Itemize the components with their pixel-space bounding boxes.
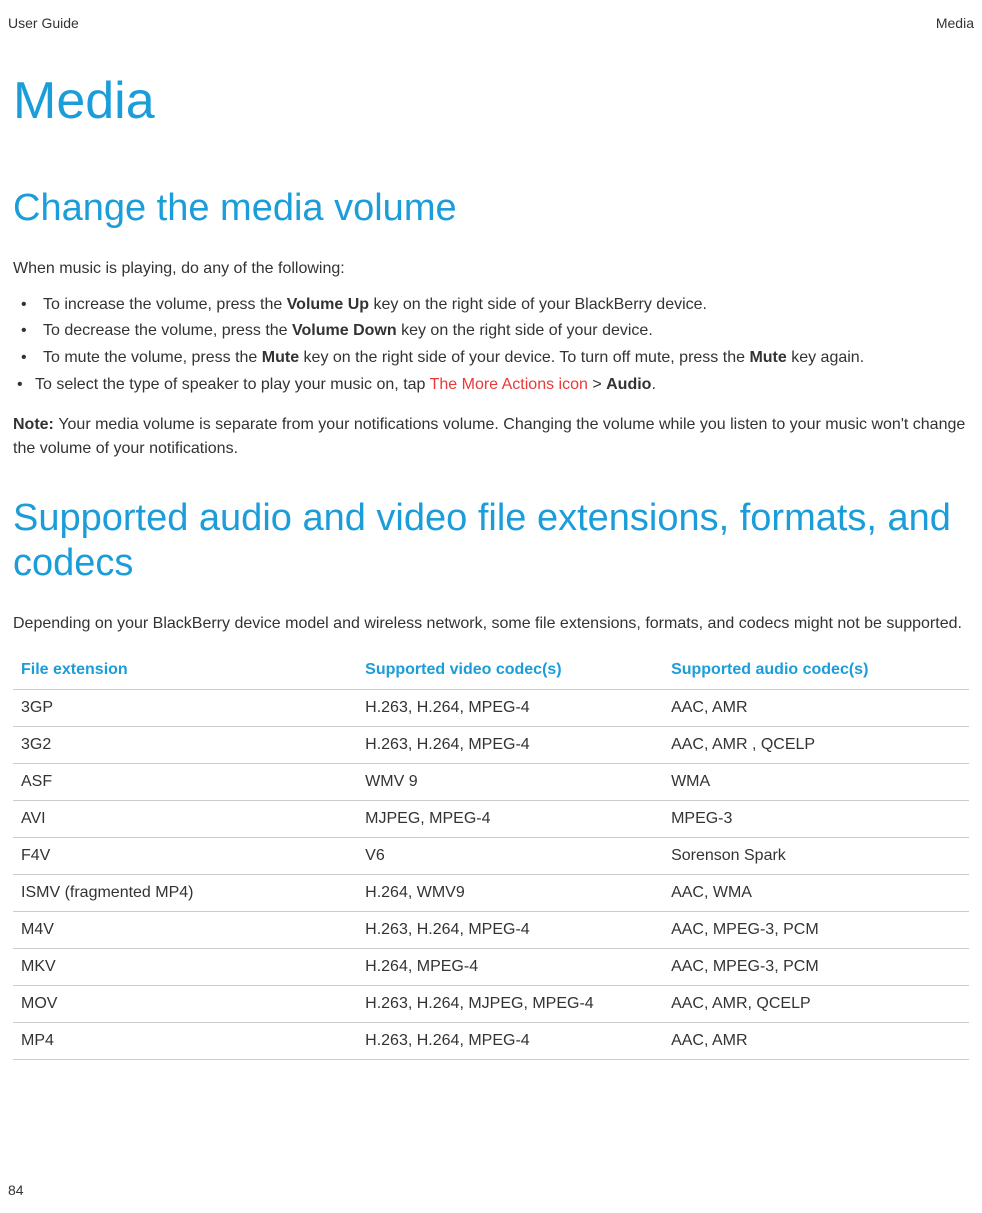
table-cell: AAC, AMR, QCELP [663, 985, 969, 1022]
table-cell: AAC, AMR [663, 1022, 969, 1059]
table-cell: MJPEG, MPEG-4 [357, 800, 663, 837]
table-cell: H.263, H.264, MPEG-4 [357, 911, 663, 948]
table-row: MOVH.263, H.264, MJPEG, MPEG-4AAC, AMR, … [13, 985, 969, 1022]
intro-text-2: Depending on your BlackBerry device mode… [13, 612, 969, 636]
table-row: F4VV6Sorenson Spark [13, 837, 969, 874]
table-row: M4VH.263, H.264, MPEG-4AAC, MPEG-3, PCM [13, 911, 969, 948]
volume-up-key: Volume Up [287, 296, 369, 313]
list-item: To mute the volume, press the Mute key o… [13, 346, 969, 371]
table-cell: MP4 [13, 1022, 357, 1059]
audio-label: Audio [606, 376, 651, 393]
table-cell: AAC, AMR , QCELP [663, 726, 969, 763]
table-cell: AAC, AMR [663, 689, 969, 726]
table-cell: AAC, MPEG-3, PCM [663, 911, 969, 948]
table-row: 3G2H.263, H.264, MPEG-4AAC, AMR , QCELP [13, 726, 969, 763]
table-cell: AAC, MPEG-3, PCM [663, 948, 969, 985]
list-item: To select the type of speaker to play yo… [13, 373, 969, 398]
table-cell: F4V [13, 837, 357, 874]
table-cell: ASF [13, 763, 357, 800]
table-cell: H.263, H.264, MJPEG, MPEG-4 [357, 985, 663, 1022]
table-cell: 3GP [13, 689, 357, 726]
codec-table-wrap: File extension Supported video codec(s) … [13, 651, 969, 1060]
table-cell: M4V [13, 911, 357, 948]
table-cell: WMA [663, 763, 969, 800]
note-label: Note: [13, 416, 58, 433]
table-header-row: File extension Supported video codec(s) … [13, 651, 969, 690]
table-cell: ISMV (fragmented MP4) [13, 874, 357, 911]
mute-key: Mute [262, 349, 299, 366]
note-paragraph: Note: Your media volume is separate from… [13, 413, 969, 461]
header-left: User Guide [8, 15, 79, 31]
table-cell: H.263, H.264, MPEG-4 [357, 689, 663, 726]
list-item: To increase the volume, press the Volume… [13, 293, 969, 318]
table-cell: AVI [13, 800, 357, 837]
th-file-extension: File extension [13, 651, 357, 690]
note-text: Your media volume is separate from your … [13, 416, 965, 457]
table-cell: H.264, WMV9 [357, 874, 663, 911]
th-audio-codec: Supported audio codec(s) [663, 651, 969, 690]
table-cell: MPEG-3 [663, 800, 969, 837]
more-actions-icon-link[interactable]: The More Actions icon [430, 376, 588, 393]
bullet-list: To increase the volume, press the Volume… [13, 293, 969, 398]
th-video-codec: Supported video codec(s) [357, 651, 663, 690]
volume-down-key: Volume Down [292, 322, 397, 339]
table-cell: V6 [357, 837, 663, 874]
page-title: Media [13, 71, 969, 131]
table-row: 3GPH.263, H.264, MPEG-4AAC, AMR [13, 689, 969, 726]
table-cell: MOV [13, 985, 357, 1022]
header-right: Media [936, 15, 974, 31]
list-item: To decrease the volume, press the Volume… [13, 319, 969, 344]
table-cell: Sorenson Spark [663, 837, 969, 874]
mute-key-again: Mute [749, 349, 786, 366]
table-cell: MKV [13, 948, 357, 985]
table-row: MKVH.264, MPEG-4AAC, MPEG-3, PCM [13, 948, 969, 985]
page-header: User Guide Media [8, 15, 974, 31]
table-cell: AAC, WMA [663, 874, 969, 911]
table-row: AVIMJPEG, MPEG-4MPEG-3 [13, 800, 969, 837]
table-cell: H.264, MPEG-4 [357, 948, 663, 985]
table-body: 3GPH.263, H.264, MPEG-4AAC, AMR3G2H.263,… [13, 689, 969, 1059]
table-cell: H.263, H.264, MPEG-4 [357, 726, 663, 763]
section-heading-supported-formats: Supported audio and video file extension… [13, 496, 969, 587]
page-number: 84 [8, 1182, 24, 1198]
section-heading-change-volume: Change the media volume [13, 186, 969, 232]
table-row: ISMV (fragmented MP4)H.264, WMV9AAC, WMA [13, 874, 969, 911]
codec-table: File extension Supported video codec(s) … [13, 651, 969, 1060]
intro-text: When music is playing, do any of the fol… [13, 257, 969, 281]
table-row: MP4H.263, H.264, MPEG-4AAC, AMR [13, 1022, 969, 1059]
table-cell: 3G2 [13, 726, 357, 763]
table-cell: WMV 9 [357, 763, 663, 800]
table-row: ASFWMV 9WMA [13, 763, 969, 800]
table-cell: H.263, H.264, MPEG-4 [357, 1022, 663, 1059]
